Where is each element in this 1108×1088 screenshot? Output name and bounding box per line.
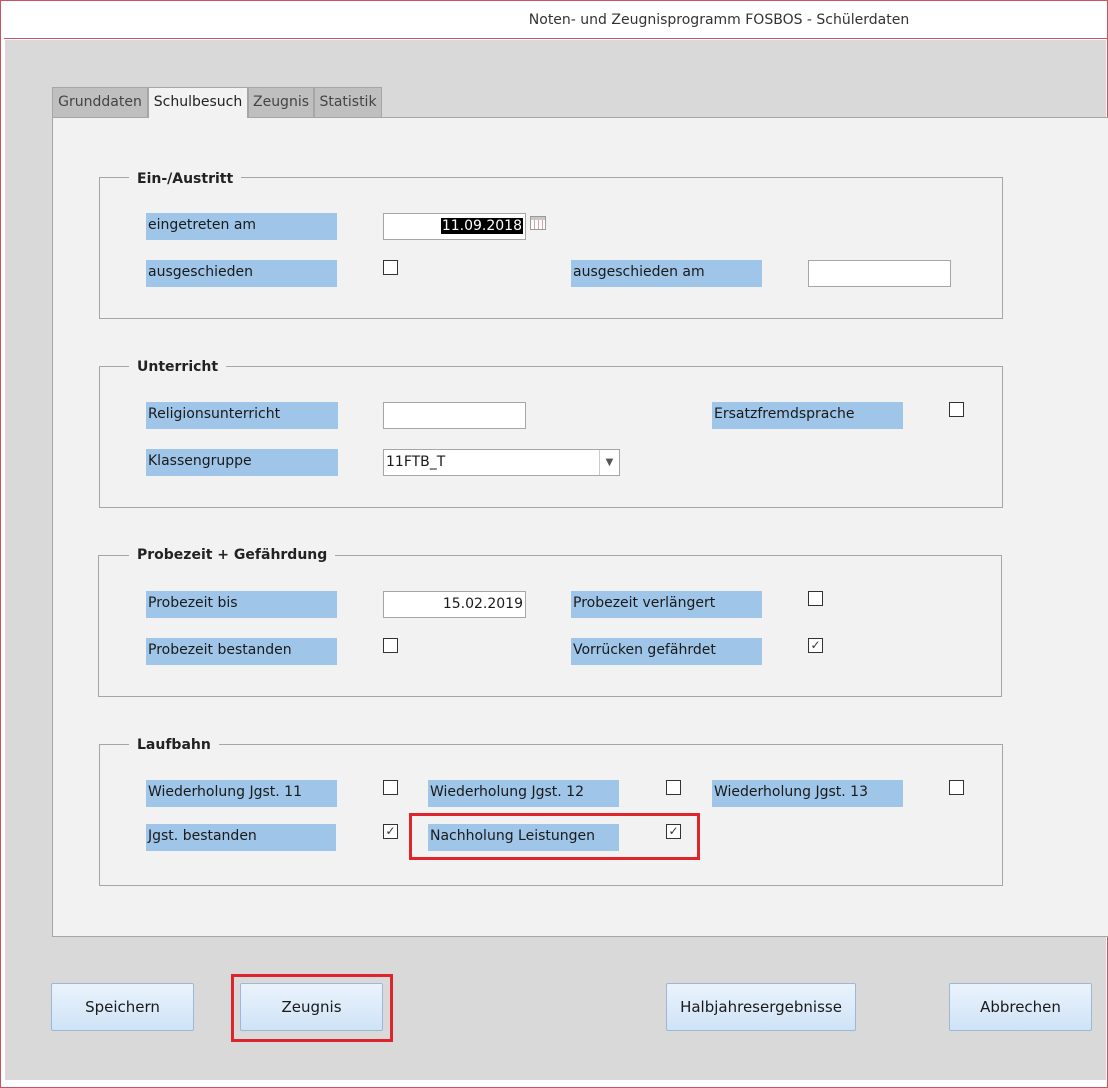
label-eingetreten-am: eingetreten am: [146, 213, 337, 240]
probezeit-bis-field[interactable]: 15.02.2019: [383, 591, 526, 618]
wiederholung-jgst-13-checkbox[interactable]: [949, 780, 964, 795]
label-wiederholung-jgst-11: Wiederholung Jgst. 11: [146, 780, 337, 807]
label-vorruecken-gefaehrdet: Vorrücken gefährdet: [571, 638, 762, 665]
religionsunterricht-field[interactable]: [383, 402, 526, 429]
probezeit-verlaengert-checkbox[interactable]: [808, 591, 823, 606]
group-title-ein-austritt: Ein-/Austritt: [129, 169, 242, 189]
jgst-bestanden-checkbox[interactable]: ✓: [383, 824, 398, 839]
group-unterricht: [99, 366, 1003, 508]
calendar-icon[interactable]: [530, 216, 546, 230]
vorruecken-gefaehrdet-checkbox[interactable]: ✓: [808, 638, 823, 653]
speichern-button[interactable]: Speichern: [51, 983, 194, 1031]
group-probezeit: [98, 555, 1002, 697]
group-title-laufbahn: Laufbahn: [129, 735, 219, 755]
label-probezeit-bis: Probezeit bis: [146, 591, 337, 618]
klassengruppe-combobox[interactable]: 11FTB_T ▼: [383, 449, 620, 476]
group-title-probezeit: Probezeit + Gefährdung: [129, 545, 336, 565]
probezeit-bestanden-checkbox[interactable]: [383, 638, 398, 653]
ausgeschieden-am-field[interactable]: [808, 260, 951, 287]
ersatzfremdsprache-checkbox[interactable]: [949, 402, 964, 417]
title-bar-divider: [4, 38, 1108, 39]
highlight-zeugnis-button: [231, 974, 393, 1042]
group-title-unterricht: Unterricht: [129, 357, 227, 377]
halbjahresergebnisse-button[interactable]: Halbjahresergebnisse: [666, 983, 856, 1031]
group-ein-austritt: [99, 177, 1003, 319]
tab-schulbesuch[interactable]: Schulbesuch: [148, 87, 248, 118]
label-wiederholung-jgst-13: Wiederholung Jgst. 13: [712, 780, 903, 807]
label-ersatzfremdsprache: Ersatzfremdsprache: [712, 402, 903, 429]
tab-zeugnis[interactable]: Zeugnis: [248, 87, 314, 117]
wiederholung-jgst-11-checkbox[interactable]: [383, 780, 398, 795]
tab-statistik[interactable]: Statistik: [314, 87, 382, 117]
label-wiederholung-jgst-12: Wiederholung Jgst. 12: [428, 780, 619, 807]
abbrechen-button[interactable]: Abbrechen: [949, 983, 1092, 1031]
label-religionsunterricht: Religionsunterricht: [146, 402, 338, 429]
klassengruppe-value: 11FTB_T: [386, 454, 446, 470]
label-klassengruppe: Klassengruppe: [146, 449, 338, 476]
label-probezeit-bestanden: Probezeit bestanden: [146, 638, 337, 665]
tab-grunddaten[interactable]: Grunddaten: [52, 87, 148, 117]
label-probezeit-verlaengert: Probezeit verlängert: [571, 591, 762, 618]
highlight-nachholung-leistungen: [409, 813, 700, 860]
eingetreten-am-field[interactable]: 11.09.2018: [383, 213, 526, 240]
ausgeschieden-checkbox[interactable]: [383, 260, 398, 275]
label-ausgeschieden-am: ausgeschieden am: [571, 260, 762, 287]
wiederholung-jgst-12-checkbox[interactable]: [666, 780, 681, 795]
chevron-down-icon[interactable]: ▼: [599, 450, 619, 475]
label-ausgeschieden: ausgeschieden: [146, 260, 337, 287]
eingetreten-am-value: 11.09.2018: [440, 218, 523, 234]
label-jgst-bestanden: Jgst. bestanden: [146, 824, 336, 851]
window-title: Noten- und Zeugnisprogramm FOSBOS - Schü…: [528, 12, 910, 28]
